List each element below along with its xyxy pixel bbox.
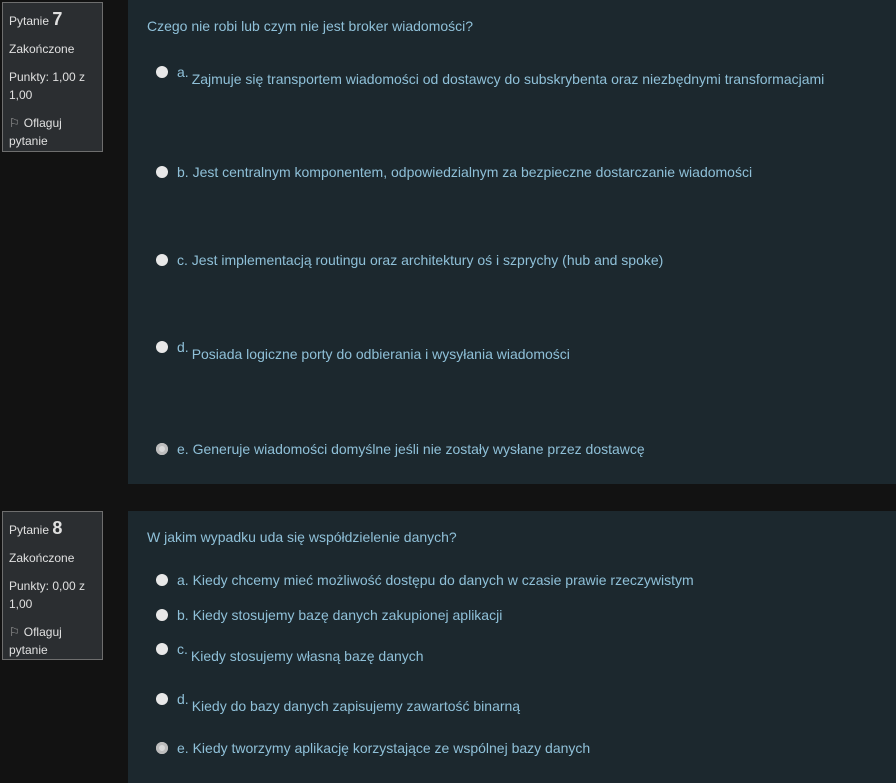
answer-option[interactable]: d. Kiedy do bazy danych zapisujemy zawart… — [156, 691, 520, 714]
question-status: Zakończone — [9, 551, 75, 565]
flag-icon: ⚐ — [9, 625, 20, 639]
option-letter: c. — [177, 641, 188, 657]
option-letter: b. — [177, 164, 189, 180]
answer-option[interactable]: d. Posiada logiczne porty do odbierania i… — [156, 339, 570, 362]
flag-question-link[interactable]: ⚐ Oflaguj pytanie — [9, 623, 102, 659]
option-text: Jest implementacją routingu oraz archite… — [191, 252, 664, 268]
question-text: Czego nie robi lub czym nie jest broker … — [147, 18, 474, 34]
option-letter: c. — [177, 252, 188, 268]
option-letter: b. — [177, 607, 189, 623]
answer-option[interactable]: b. Kiedy stosujemy bazę danych zakupione… — [156, 607, 502, 623]
flag-icon: ⚐ — [9, 116, 20, 130]
option-text: Kiedy chcemy mieć możliwość dostępu do d… — [192, 572, 694, 588]
option-letter: d. — [177, 691, 189, 707]
option-letter: a. — [177, 572, 189, 588]
option-text: Kiedy stosujemy bazę danych zakupionej a… — [192, 607, 503, 623]
question-label: Pytanie — [9, 523, 50, 537]
option-letter: a. — [177, 64, 189, 80]
answer-option[interactable]: a. Kiedy chcemy mieć możliwość dostępu d… — [156, 572, 694, 588]
option-text: Jest centralnym komponentem, odpowiedzia… — [192, 164, 753, 180]
radio-button[interactable] — [156, 693, 168, 705]
radio-button[interactable] — [156, 643, 168, 655]
question-number-value: 7 — [52, 9, 63, 29]
radio-button[interactable] — [156, 574, 168, 586]
question-points: Punkty: 0,00 z 1,00 — [9, 579, 86, 611]
question-content: W jakim wypadku uda się współdzielenie d… — [128, 511, 896, 783]
option-text: Kiedy tworzymy aplikację korzystające ze… — [192, 740, 591, 756]
answer-option[interactable]: c. Jest implementacją routingu oraz arch… — [156, 252, 663, 268]
option-text: Kiedy do bazy danych zapisujemy zawartoś… — [191, 698, 521, 714]
question-number: Pytanie 7 — [9, 10, 102, 30]
option-letter: e. — [177, 441, 189, 457]
radio-button[interactable] — [156, 443, 168, 455]
radio-button[interactable] — [156, 609, 168, 621]
radio-button[interactable] — [156, 166, 168, 178]
question-label: Pytanie — [9, 14, 50, 28]
radio-button[interactable] — [156, 341, 168, 353]
question-info: Pytanie 8 Zakończone Punkty: 0,00 z 1,00… — [2, 511, 103, 660]
option-text: Generuje wiadomości domyślne jeśli nie z… — [192, 441, 645, 457]
answer-option[interactable]: e. Generuje wiadomości domyślne jeśli ni… — [156, 441, 645, 457]
radio-button[interactable] — [156, 254, 168, 266]
question-info: Pytanie 7 Zakończone Punkty: 1,00 z 1,00… — [2, 2, 103, 152]
option-text: Kiedy stosujemy własną bazę danych — [190, 648, 424, 664]
flag-question-link[interactable]: ⚐ Oflaguj pytanie — [9, 114, 102, 150]
option-text: Zajmuje się transportem wiadomości od do… — [191, 71, 825, 87]
answer-option[interactable]: e. Kiedy tworzymy aplikację korzystające… — [156, 740, 590, 756]
radio-button[interactable] — [156, 66, 168, 78]
answer-option[interactable]: b. Jest centralnym komponentem, odpowied… — [156, 164, 752, 180]
question-number-value: 8 — [52, 518, 63, 538]
question-text: W jakim wypadku uda się współdzielenie d… — [147, 529, 457, 545]
radio-button[interactable] — [156, 742, 168, 754]
question-points: Punkty: 1,00 z 1,00 — [9, 70, 86, 102]
option-text: Posiada logiczne porty do odbierania i w… — [191, 346, 570, 362]
answer-option[interactable]: c. Kiedy stosujemy własną bazę danych — [156, 641, 424, 664]
option-letter: d. — [177, 339, 189, 355]
answer-option[interactable]: a. Zajmuje się transportem wiadomości od … — [156, 64, 824, 87]
question-content: Czego nie robi lub czym nie jest broker … — [128, 0, 896, 484]
question-number: Pytanie 8 — [9, 519, 102, 539]
option-letter: e. — [177, 740, 189, 756]
question-status: Zakończone — [9, 42, 75, 56]
